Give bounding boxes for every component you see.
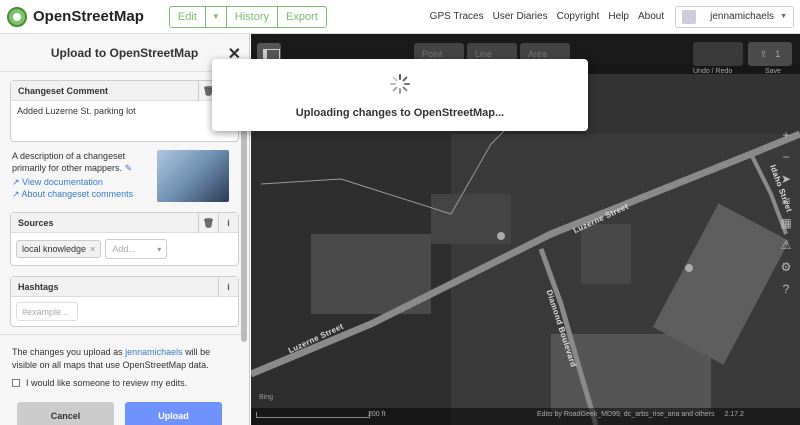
undo-redo-buttons[interactable] [693, 42, 743, 66]
uploading-message: Uploading changes to OpenStreetMap... [295, 107, 505, 119]
scale-label: 200 ft [368, 411, 386, 418]
review-request[interactable]: I would like someone to review my edits. [12, 378, 187, 388]
view-documentation-label: View documentation [22, 177, 103, 187]
add-point-label: Point [422, 49, 443, 59]
upload-footer-text: The changes you upload as jennamichaels … [12, 346, 227, 372]
scale-bar[interactable] [256, 412, 370, 418]
review-label: I would like someone to review my edits. [26, 378, 188, 388]
info-icon[interactable]: i [218, 213, 238, 233]
edit-dropdown-chevron-down-icon[interactable]: ▼ [206, 6, 227, 27]
zoom-out-icon[interactable]: − [776, 146, 796, 168]
field-label: Hashtags i [11, 277, 238, 297]
top-nav: OpenStreetMap Edit ▼ History Export GPS … [0, 0, 800, 34]
upload-icon: ⇪ [759, 48, 768, 59]
nav-link-help[interactable]: Help [608, 11, 629, 22]
nav-link-copyright[interactable]: Copyright [557, 11, 600, 22]
map-data-icon[interactable]: ▦ [776, 212, 796, 234]
changeset-comment-field: Changeset Comment 🗑 i Added Luzerne St. … [10, 80, 239, 142]
zoom-in-icon[interactable]: + [776, 124, 796, 146]
add-line-label: Line [475, 49, 493, 59]
uploading-modal: Uploading changes to OpenStreetMap... [212, 59, 588, 131]
edit-button-group: Edit ▼ History Export [168, 5, 327, 28]
sources-field: Sources 🗑 i local knowledge × Add... [10, 212, 239, 266]
save-label: Save [765, 68, 781, 75]
brand-logo[interactable]: OpenStreetMap [7, 6, 144, 27]
attribution-users[interactable]: RoadGeek_MD99, dc_arbs_rise_ana [564, 411, 680, 418]
remove-icon[interactable]: × [90, 244, 95, 254]
username: jennamichaels [710, 11, 775, 22]
changeset-description: A description of a changeset primarily f… [12, 150, 239, 202]
source-add-combo[interactable]: Add... [105, 239, 168, 259]
about-comments-label: About changeset comments [21, 189, 134, 199]
footer-pre: The changes you upload as [12, 347, 126, 357]
user-menu-chevron-down-icon: ▼ [780, 13, 787, 20]
help-icon[interactable]: ? [776, 278, 796, 300]
attribution: Edits by RoadGeek_MD99, dc_arbs_rise_ana… [537, 411, 744, 418]
review-checkbox[interactable] [12, 379, 20, 387]
description-text: A description of a changeset primarily f… [12, 151, 126, 173]
export-button[interactable]: Export [278, 7, 326, 27]
save-count: 1 [775, 49, 781, 59]
source-chip: local knowledge × [16, 240, 102, 258]
field-label: Sources 🗑 i [11, 213, 238, 233]
changeset-comment-input[interactable]: Added Luzerne St. parking lot [11, 101, 238, 141]
nav-link-user-diaries[interactable]: User Diaries [493, 11, 548, 22]
spinner-icon [390, 74, 410, 94]
sidebar-title: Upload to OpenStreetMap [50, 45, 199, 60]
avatar [682, 9, 697, 24]
sources-label: Sources [18, 217, 54, 228]
changeset-help-thumbnail [157, 150, 229, 202]
about-comments-link[interactable]: ↗ About changeset comments [12, 188, 152, 200]
view-documentation-link[interactable]: ↗ View documentation [12, 176, 152, 188]
save-button[interactable]: ⇪ 1 [748, 42, 792, 66]
brand-name: OpenStreetMap [33, 8, 144, 25]
hashtags-field: Hashtags i #example... [10, 276, 239, 327]
pencil-icon: ✎ [124, 163, 133, 173]
info-icon[interactable]: i [218, 277, 238, 297]
external-link-icon: ↗ [12, 177, 23, 187]
attribution-and: and [679, 411, 696, 418]
geolocate-icon[interactable]: ➤ [776, 168, 796, 190]
attribution-pre: Edits by [537, 411, 564, 418]
edit-button[interactable]: Edit [170, 6, 206, 27]
field-label: Changeset Comment 🗑 i [11, 81, 238, 101]
preferences-icon[interactable]: ⚙ [776, 256, 796, 278]
external-link-icon: ↗ [12, 189, 22, 199]
version: 2.17.2 [724, 411, 744, 418]
attribution-others[interactable]: others [695, 411, 714, 418]
history-button[interactable]: History [227, 6, 278, 27]
cancel-button[interactable]: Cancel [17, 402, 114, 425]
issues-icon[interactable]: ⚠ [776, 234, 796, 256]
osm-logo-icon [7, 6, 27, 27]
hashtags-input[interactable]: #example... [16, 302, 78, 321]
upload-button[interactable]: Upload [125, 402, 222, 425]
layers-icon[interactable]: ≋ [776, 190, 796, 212]
imagery-provider: Bing [259, 394, 274, 401]
user-menu[interactable]: jennamichaels ▼ [675, 5, 794, 28]
changeset-comment-label: Changeset Comment [18, 85, 109, 96]
add-area-label: Area [528, 49, 548, 59]
source-chip-label: local knowledge [22, 244, 87, 254]
nav-link-gps-traces[interactable]: GPS Traces [430, 11, 484, 22]
nav-link-about[interactable]: About [638, 11, 664, 22]
hashtags-label: Hashtags [18, 281, 59, 292]
map-controls: + − ➤ ≋ ▦ ⚠ ⚙ ? [776, 124, 796, 300]
footer-user-link[interactable]: jennamichaels [125, 347, 183, 357]
undo-redo-label: Undo / Redo [693, 68, 733, 75]
trash-icon[interactable]: 🗑 [198, 213, 218, 233]
nav-links: GPS Traces User Diaries Copyright Help A… [421, 5, 794, 28]
divider [0, 334, 245, 335]
